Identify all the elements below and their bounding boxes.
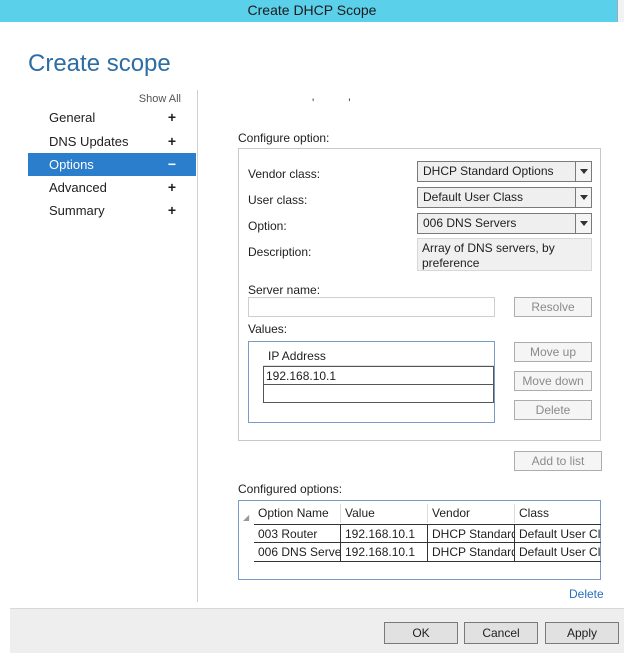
values-label: Values: bbox=[248, 322, 288, 336]
table-cell: 192.168.10.1 bbox=[341, 543, 428, 562]
resolve-button[interactable]: Resolve bbox=[514, 297, 592, 317]
nav-item-label: General bbox=[49, 110, 96, 125]
delete-value-button[interactable]: Delete bbox=[514, 400, 592, 420]
column-header-option-name[interactable]: Option Name bbox=[254, 504, 341, 523]
window-title: Create DHCP Scope bbox=[247, 2, 377, 18]
vendor-class-label: Vendor class: bbox=[248, 167, 321, 181]
dropdown-arrow-icon bbox=[575, 162, 591, 181]
expand-icon: + bbox=[167, 109, 176, 125]
configure-option-label: Configure option: bbox=[238, 131, 330, 145]
vendor-class-value: DHCP Standard Options bbox=[423, 164, 554, 178]
user-class-label: User class: bbox=[248, 193, 308, 207]
apply-button[interactable]: Apply bbox=[545, 622, 619, 644]
nav-item-label: DNS Updates bbox=[49, 134, 129, 149]
dropdown-arrow-icon bbox=[575, 188, 591, 207]
description-label: Description: bbox=[248, 245, 312, 259]
page-title: Create scope bbox=[28, 50, 171, 77]
cancel-button[interactable]: Cancel bbox=[464, 622, 538, 644]
move-up-button[interactable]: Move up bbox=[514, 342, 592, 362]
add-to-list-button[interactable]: Add to list bbox=[514, 451, 602, 471]
window-edge bbox=[617, 0, 624, 22]
column-header-value[interactable]: Value bbox=[341, 504, 428, 523]
values-grid[interactable]: IP Address 192.168.10.1 bbox=[248, 341, 495, 423]
values-row[interactable]: 192.168.10.1 bbox=[263, 366, 494, 385]
nav-item-advanced[interactable]: Advanced + bbox=[28, 176, 196, 199]
user-class-value: Default User Class bbox=[423, 190, 524, 204]
description-value: Array of DNS servers, by preference bbox=[417, 238, 592, 271]
dialog-footer: OK Cancel Apply bbox=[10, 608, 624, 653]
values-row-new[interactable] bbox=[263, 384, 494, 403]
title-bar: Create DHCP Scope bbox=[0, 0, 624, 22]
server-name-input[interactable] bbox=[248, 297, 495, 317]
nav-panel: Show All General + DNS Updates + Options… bbox=[28, 90, 198, 602]
ip-address-header: IP Address bbox=[263, 346, 494, 366]
table-cell: Default User Cla bbox=[515, 524, 601, 543]
configured-options-label: Configured options: bbox=[238, 482, 343, 496]
user-class-dropdown[interactable]: Default User Class bbox=[417, 187, 592, 208]
nav-item-label: Options bbox=[49, 157, 94, 172]
truncated-text-dots: '' bbox=[312, 96, 385, 110]
nav-item-options[interactable]: Options − bbox=[28, 153, 196, 176]
table-cell: DHCP Standard bbox=[428, 524, 515, 543]
nav-item-label: Summary bbox=[49, 203, 105, 218]
option-dropdown[interactable]: 006 DNS Servers bbox=[417, 213, 592, 234]
server-name-label: Server name: bbox=[248, 283, 321, 297]
nav-item-label: Advanced bbox=[49, 180, 107, 195]
table-cell: Default User Cla bbox=[515, 543, 601, 562]
show-all-link[interactable]: Show All bbox=[139, 93, 181, 105]
delete-option-link[interactable]: Delete bbox=[569, 587, 604, 601]
nav-item-summary[interactable]: Summary + bbox=[28, 199, 196, 222]
vendor-class-dropdown[interactable]: DHCP Standard Options bbox=[417, 161, 592, 182]
table-cell: 003 Router bbox=[254, 524, 341, 543]
ok-button[interactable]: OK bbox=[384, 622, 458, 644]
collapse-icon: − bbox=[167, 156, 176, 172]
expand-icon: + bbox=[167, 133, 176, 149]
nav-item-general[interactable]: General + bbox=[28, 106, 196, 129]
table-cell: DHCP Standard bbox=[428, 543, 515, 562]
column-header-class[interactable]: Class bbox=[515, 504, 601, 523]
table-cell: 006 DNS Server bbox=[254, 543, 341, 562]
expand-icon: + bbox=[167, 202, 176, 218]
column-resize-icon: ◢ bbox=[243, 513, 250, 522]
table-cell: 192.168.10.1 bbox=[341, 524, 428, 543]
dropdown-arrow-icon bbox=[575, 214, 591, 233]
column-header-vendor[interactable]: Vendor bbox=[428, 504, 515, 523]
move-down-button[interactable]: Move down bbox=[514, 371, 592, 391]
expand-icon: + bbox=[167, 179, 176, 195]
option-label: Option: bbox=[248, 219, 287, 233]
option-value: 006 DNS Servers bbox=[423, 216, 517, 230]
configured-options-table[interactable]: ◢ Option Name Value Vendor Class 003 Rou… bbox=[238, 500, 601, 580]
nav-item-dns-updates[interactable]: DNS Updates + bbox=[28, 130, 196, 153]
